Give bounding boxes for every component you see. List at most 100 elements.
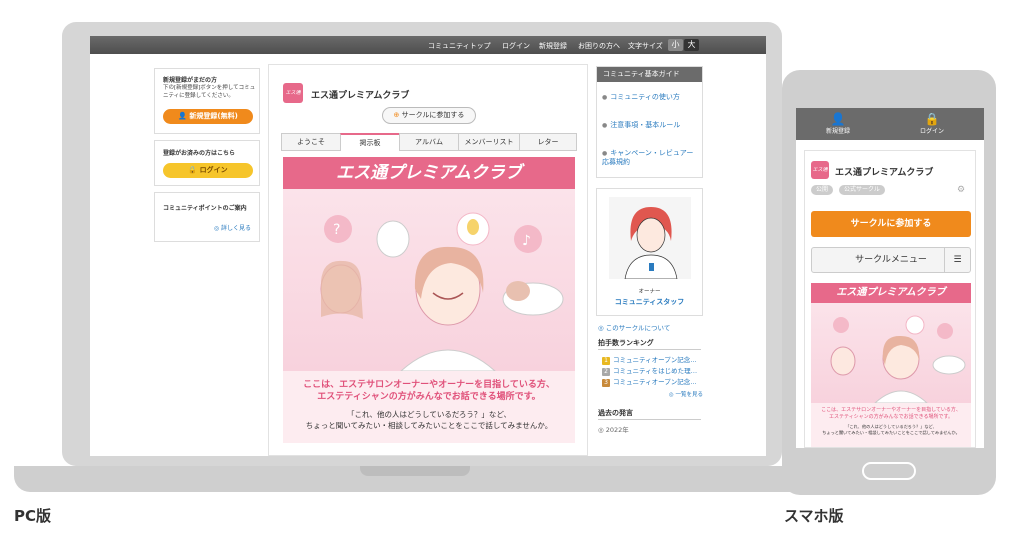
svg-text:♪: ♪ (522, 233, 531, 249)
tab-member-list[interactable]: メンバーリスト (458, 133, 520, 151)
register-title: 新規登録がまだの方 (163, 77, 218, 84)
circle-arrow-icon: ◎ (213, 225, 221, 232)
circle-tabs: ようこそ 掲示板 アルバム メンバーリスト レター (281, 133, 577, 153)
guide-link-rules[interactable]: 注意事項・基本ルール (602, 121, 700, 130)
guide-box: コミュニティ基本ガイド コミュニティの使い方 注意事項・基本ルール キャンペーン… (596, 66, 703, 178)
font-size-label: 文字サイズ (628, 42, 663, 50)
owner-box: オーナー コミュニティスタッフ (596, 188, 703, 316)
archive-year-label: 2022年 (605, 426, 629, 434)
tab-album[interactable]: アルバム (399, 133, 459, 151)
login-button[interactable]: 🔒 ログイン (163, 163, 253, 178)
points-link[interactable]: ◎ 詳しく見る (214, 223, 251, 232)
rank-2-icon: 2 (602, 368, 610, 376)
pc-version-label: PC版 (14, 507, 52, 525)
description-line-1: ここは、エステサロンオーナーやオーナーを目指している方、 (303, 380, 555, 390)
register-text: 下の[新規登録]ボタンを押してコミュニティに登録してください。 (163, 85, 256, 99)
join-circle-label: サークルに参加する (401, 111, 465, 119)
phone-circle-menu-button[interactable]: サークルメニュー ☰ (811, 247, 971, 273)
phone-description-area: ここは、エステサロンオーナーやオーナーを目指している方、 エステティシャンの方が… (811, 403, 971, 447)
owner-avatar[interactable] (609, 197, 691, 279)
register-button-label: 新規登録(無料) (189, 112, 238, 120)
phone-nav: 👤 新規登録 🔒 ログイン (796, 108, 984, 140)
user-add-icon: 👤 (830, 112, 846, 126)
ranking-item[interactable]: 3 コミュニティオープン記念… (602, 376, 697, 387)
phone-description-line-1: ここは、エステサロンオーナーやオーナーを目指している方、 (821, 407, 961, 413)
nav-register[interactable]: 新規登録 (539, 41, 567, 51)
phone-nav-register[interactable]: 👤 新規登録 (816, 112, 860, 135)
register-button[interactable]: 👤 新規登録(無料) (163, 109, 253, 124)
phone-join-button[interactable]: サークルに参加する (811, 211, 971, 237)
points-box: コミュニティポイントのご案内 ◎ 詳しく見る (154, 192, 260, 242)
archive-title: 過去の発言 (598, 409, 633, 417)
owner-role: オーナー (638, 289, 661, 295)
guide-link-usage[interactable]: コミュニティの使い方 (602, 93, 700, 102)
ranking-item[interactable]: 2 コミュニティをはじめた理… (602, 365, 697, 376)
user-add-icon: 👤 (178, 112, 190, 120)
circle-logo: エス通 (283, 83, 303, 103)
archive-year-link[interactable]: ◎ 2022年 (598, 424, 629, 434)
rank-3-icon: 3 (602, 379, 610, 387)
hamburger-menu-icon: ☰ (944, 248, 970, 272)
join-circle-button[interactable]: ⊕ サークルに参加する (382, 107, 476, 124)
nav-community-top[interactable]: コミュニティトップ (428, 41, 491, 51)
owner-name-link[interactable]: コミュニティスタッフ (597, 297, 702, 307)
guide-link-campaign[interactable]: キャンペーン・レビュアー応募規約 (602, 149, 700, 167)
phone-women-illustration (830, 315, 966, 403)
register-box: 新規登録がまだの方 下の[新規登録]ボタンを押してコミュニティに登録してください… (154, 68, 260, 134)
phone-nav-register-label: 新規登録 (825, 128, 850, 135)
banner-illustration: ? ♪ (283, 189, 575, 371)
guide-title: コミュニティ基本ガイド (597, 67, 702, 82)
gear-icon[interactable]: ⚙ (957, 185, 965, 195)
about-circle-label: このサークルについて (605, 324, 671, 332)
ranking-item-label: コミュニティオープン記念… (613, 356, 697, 364)
rank-1-icon: 1 (602, 357, 610, 365)
circle-main-panel: エス通 エス通プレミアムクラブ ⊕ サークルに参加する ようこそ 掲示板 アルバ… (268, 64, 588, 456)
phone-nav-login-label: ログイン (919, 128, 944, 135)
phone-circle-logo: エス通 (811, 161, 829, 179)
phone-circle-panel: エス通 エス通プレミアムクラブ 公開 公式サークル ⚙ サークルに参加する サー… (804, 150, 976, 448)
tab-letter[interactable]: レター (519, 133, 577, 151)
phone-circle-menu-label: サークルメニュー (855, 255, 927, 265)
tab-board[interactable]: 掲示板 (340, 133, 400, 151)
ranking-item-label: コミュニティオープン記念… (613, 378, 697, 386)
about-circle-link[interactable]: ◎ このサークルについて (598, 322, 670, 332)
subtext-line-2: ちょっと聞いてみたい・相談してみたいことをここで話してみませんか。 (305, 421, 553, 430)
women-illustration: ? ♪ (320, 212, 564, 371)
login-button-label: ログイン (199, 166, 228, 174)
phone-banner-illustration (811, 303, 971, 403)
login-title: 登録がお済みの方はこちら (163, 150, 236, 157)
phone-nav-login[interactable]: 🔒 ログイン (910, 112, 954, 135)
description-area: ここは、エステサロンオーナーやオーナーを目指している方、 エステティシャンの方が… (283, 371, 575, 443)
phone-screen: 👤 新規登録 🔒 ログイン エス通 エス通プレミアムクラブ 公開 公式サークル … (796, 108, 984, 448)
phone-home-button (862, 462, 916, 480)
description-line-2: エステティシャンの方がみんなでお話できる場所です。 (317, 392, 541, 402)
lock-icon: 🔒 (188, 166, 200, 174)
ranking-more-label: 一覧を見る (675, 392, 703, 398)
phone-circle-name: エス通プレミアムクラブ (835, 168, 934, 178)
circle-arrow-icon: ◎ (598, 324, 606, 332)
subtext-line-1: 「これ、他の人はどうしているだろう？」など、 (346, 410, 512, 419)
pc-screen: コミュニティトップ ログイン 新規登録 お困りの方へ 文字サイズ 小 大 新規登… (90, 36, 766, 456)
pc-top-nav: コミュニティトップ ログイン 新規登録 お困りの方へ 文字サイズ 小 大 (90, 36, 766, 54)
points-link-label: 詳しく見る (220, 225, 251, 232)
phone-version-label: スマホ版 (784, 507, 844, 525)
font-size-small-button[interactable]: 小 (668, 39, 683, 51)
plus-circle-icon: ⊕ (393, 111, 402, 119)
nav-help[interactable]: お困りの方へ (578, 41, 620, 51)
ranking-item[interactable]: 1 コミュニティオープン記念… (602, 354, 697, 365)
ranking-more-link[interactable]: ◎ 一覧を見る (669, 390, 703, 398)
tab-welcome[interactable]: ようこそ (281, 133, 341, 151)
phone-banner-title: エス通プレミアムクラブ (811, 283, 971, 303)
lock-icon: 🔒 (924, 112, 940, 126)
font-size-large-button[interactable]: 大 (684, 39, 699, 51)
points-title: コミュニティポイントのご案内 (163, 205, 247, 212)
circle-arrow-icon: ◎ (598, 426, 606, 434)
login-box: 登録がお済みの方はこちら 🔒 ログイン (154, 140, 260, 186)
nav-login[interactable]: ログイン (502, 41, 530, 51)
laptop-notch (360, 466, 470, 476)
phone-tag-public: 公開 (811, 185, 834, 195)
sidebar-lower: ◎ このサークルについて 拍手数ランキング 1 コミュニティオープン記念… 2 コミ… (596, 316, 703, 446)
right-sidebar: コミュニティ基本ガイド コミュニティの使い方 注意事項・基本ルール キャンペーン… (596, 66, 703, 446)
ranking-title: 拍手数ランキング (598, 339, 654, 347)
phone-description-line-2: エステティシャンの方がみんなでお話できる場所です。 (828, 414, 954, 420)
